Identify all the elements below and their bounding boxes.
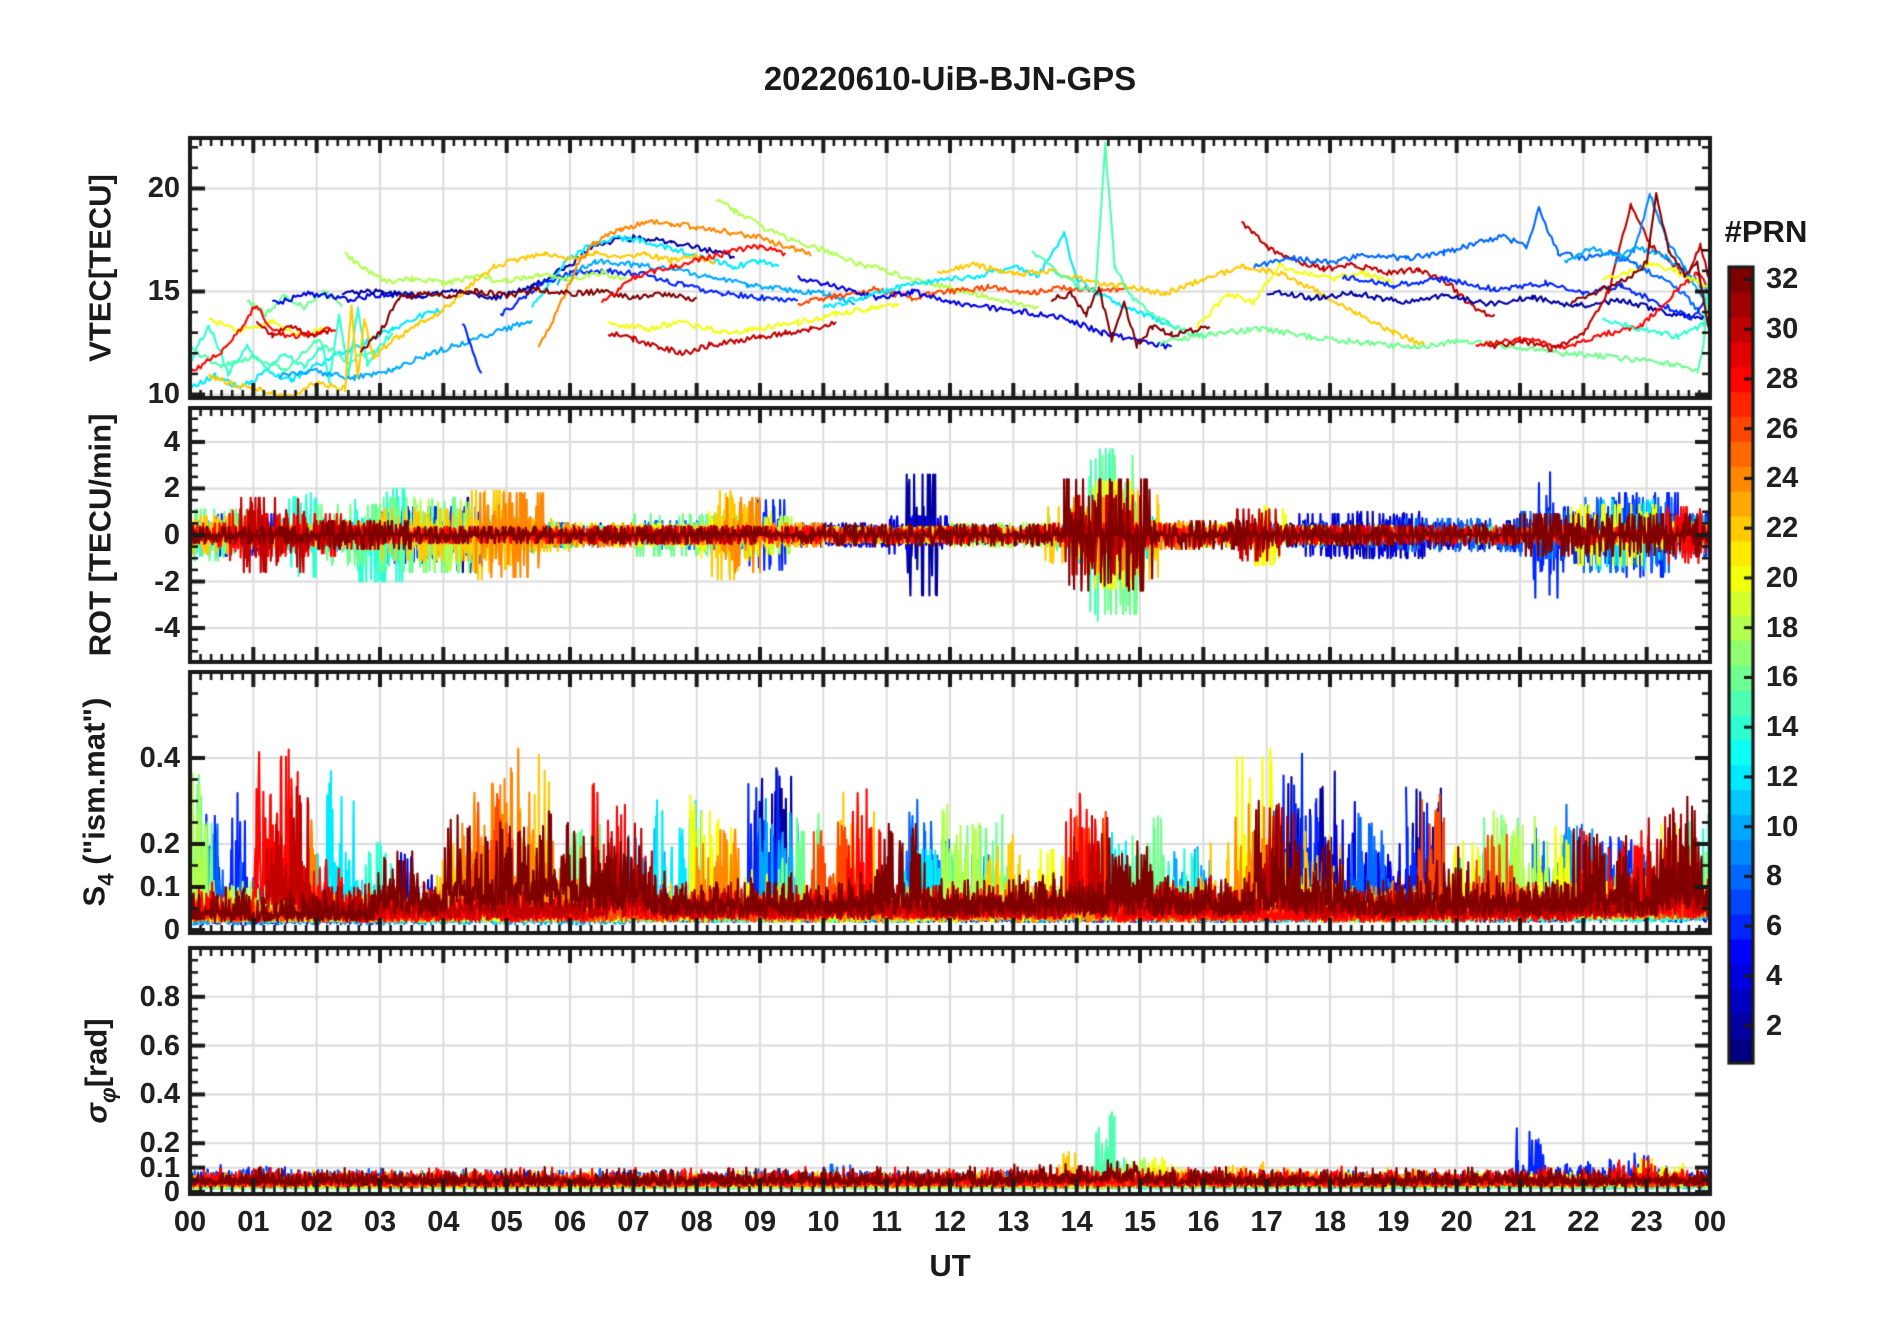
colorbar-tick-label: 16	[1766, 661, 1799, 694]
y-tick-label: 4	[163, 425, 180, 458]
colorbar-title: #PRN	[1724, 214, 1808, 249]
colorbar-tick-label: 2	[1766, 1009, 1783, 1042]
y-tick-label: -2	[154, 565, 180, 598]
colorbar-tick-label: 4	[1766, 959, 1783, 992]
x-tick-label: 00	[1693, 1206, 1727, 1238]
colorbar-tick-label: 12	[1766, 760, 1799, 793]
colorbar-tick-label: 10	[1766, 810, 1799, 843]
colorbar-tick-label: 28	[1766, 362, 1799, 395]
y-tick-label: 0	[163, 519, 180, 551]
colorbar-tick-label: 30	[1766, 313, 1799, 346]
y-tick-label: 20	[147, 172, 180, 205]
y-tick-label: 2	[163, 472, 180, 505]
colorbar-tick-label: 24	[1766, 462, 1799, 495]
y-tick-label: 0.2	[139, 827, 180, 860]
colorbar-tick-label: 8	[1766, 860, 1783, 893]
figure-20220610-uib-bjn-gps: 20220610-UiB-BJN-GPS VTEC[TECU] ROT [TEC…	[0, 0, 1902, 1330]
colorbar-tick-label: 6	[1766, 910, 1783, 943]
y-tick-label: 0.4	[139, 1078, 180, 1111]
y-tick-label: 15	[147, 275, 180, 308]
y-tick-label: 0.4	[139, 741, 180, 774]
y-tick-label: 0.8	[139, 980, 180, 1013]
y-tick-label: 0.1	[139, 870, 180, 903]
y-tick-label: 0	[163, 913, 180, 946]
colorbar-tick-label: 18	[1766, 611, 1799, 644]
plot-title: 20220610-UiB-BJN-GPS	[763, 60, 1137, 97]
colorbar-tick-label: 14	[1766, 711, 1799, 744]
y-tick-label: 0.2	[139, 1127, 180, 1160]
gps-ionosphere-plots-canvas	[0, 0, 1902, 1330]
x-axis-label: UT	[929, 1248, 971, 1283]
y-tick-label: 0.6	[139, 1029, 180, 1062]
colorbar-tick-label: 22	[1766, 512, 1799, 545]
y-tick-label: 10	[147, 378, 180, 411]
colorbar-tick-label: 32	[1766, 263, 1799, 296]
y-tick-label: -4	[154, 612, 180, 645]
colorbar-tick-label: 20	[1766, 561, 1799, 594]
colorbar-tick-label: 26	[1766, 412, 1799, 445]
